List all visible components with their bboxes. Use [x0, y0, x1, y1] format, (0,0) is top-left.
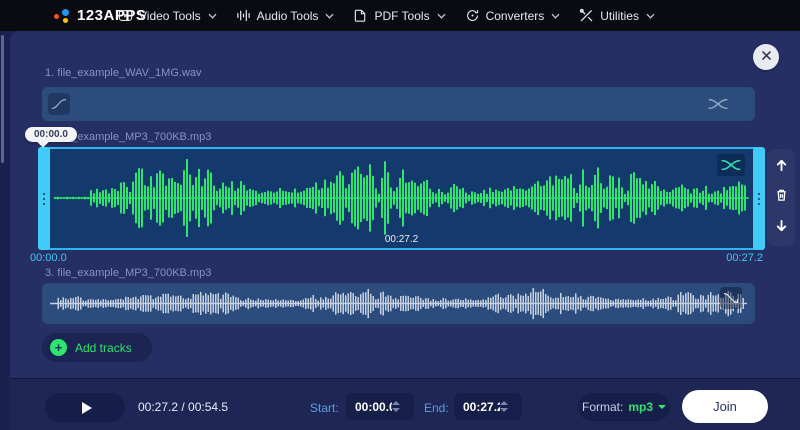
end-time-input[interactable]: [454, 400, 500, 414]
chevron-down-icon: [325, 13, 334, 19]
nav-label: Utilities: [600, 9, 639, 23]
logo-dots-icon: [54, 7, 70, 24]
track-1-bar[interactable]: [42, 87, 755, 121]
audio-icon: [236, 8, 251, 23]
nav-label: Video Tools: [139, 9, 201, 23]
move-down-icon: [775, 219, 788, 238]
end-label: End:: [424, 401, 449, 415]
track-controls: [767, 149, 795, 246]
time-display: 00:27.2 / 00:54.5: [138, 400, 228, 414]
playhead-tooltip: 00:00.0: [25, 127, 77, 142]
right-trim-handle[interactable]: [753, 147, 765, 250]
join-label: Join: [713, 399, 737, 414]
converters-icon: [465, 8, 480, 23]
pdf-icon: [353, 8, 368, 23]
utilities-icon: [579, 8, 594, 23]
plus-icon: +: [50, 339, 67, 356]
fade-out-icon[interactable]: [720, 287, 742, 309]
chevron-down-icon: [646, 13, 655, 19]
nav-menu: Video Tools Audio Tools PDF Tools Conver…: [118, 0, 655, 31]
format-select[interactable]: Format: mp3: [578, 393, 670, 421]
track-3-label: 3. file_example_MP3_700KB.mp3: [45, 267, 211, 279]
track-2-start-time: 00:00.0: [30, 252, 67, 264]
chevron-down-icon: [437, 13, 446, 19]
nav-video-tools[interactable]: Video Tools: [118, 8, 217, 23]
move-up-button[interactable]: [770, 156, 792, 178]
chevron-down-icon: [208, 13, 217, 19]
chevron-down-icon: [551, 13, 560, 19]
track-3-waveform: [50, 287, 747, 320]
join-button[interactable]: Join: [682, 390, 768, 423]
top-nav: 123APPS Video Tools Audio Tools PDF Tool…: [0, 0, 800, 31]
start-stepper[interactable]: [392, 401, 400, 412]
delete-track-button[interactable]: [770, 187, 792, 209]
start-input-box: [346, 393, 414, 420]
close-icon: [761, 48, 772, 66]
add-tracks-label: Add tracks: [75, 341, 132, 355]
start-time-input[interactable]: [346, 400, 392, 414]
audio-joiner-app: 123APPS Video Tools Audio Tools PDF Tool…: [0, 0, 800, 430]
track-2-waveform: [54, 159, 749, 237]
format-label: Format:: [582, 400, 623, 414]
nav-converters[interactable]: Converters: [465, 8, 561, 23]
end-stepper[interactable]: [500, 401, 508, 412]
add-tracks-button[interactable]: + Add tracks: [42, 333, 152, 362]
move-down-button[interactable]: [770, 217, 792, 239]
track-2-duration: 00:27.2: [40, 234, 763, 245]
format-value: mp3: [628, 400, 653, 414]
track-2-selected[interactable]: 00:27.2: [38, 147, 765, 250]
track-3-bar[interactable]: [42, 283, 755, 324]
close-button[interactable]: [753, 44, 779, 70]
end-input-box: [454, 393, 522, 420]
nav-label: PDF Tools: [374, 9, 429, 23]
track-1-label: 1. file_example_WAV_1MG.wav: [45, 67, 202, 79]
nav-label: Converters: [486, 9, 545, 23]
start-label: Start:: [310, 401, 339, 415]
format-caret-icon: [658, 405, 666, 409]
scrollbar-thumb[interactable]: [1, 35, 4, 163]
play-button[interactable]: [45, 393, 125, 422]
bottom-bar: 00:27.2 / 00:54.5 Start: End: Format: mp…: [10, 378, 800, 430]
nav-label: Audio Tools: [257, 9, 319, 23]
crossfade-icon[interactable]: [705, 95, 731, 113]
nav-pdf-tools[interactable]: PDF Tools: [353, 8, 445, 23]
play-icon: [82, 402, 92, 414]
crossfade-active-icon[interactable]: [717, 154, 745, 176]
video-icon: [118, 8, 133, 23]
track-2-end-time: 00:27.2: [726, 252, 763, 264]
left-trim-handle[interactable]: [38, 147, 50, 250]
nav-audio-tools[interactable]: Audio Tools: [236, 8, 335, 23]
delete-icon: [775, 188, 788, 207]
move-up-icon: [775, 158, 788, 177]
fade-in-icon[interactable]: [48, 93, 70, 115]
nav-utilities[interactable]: Utilities: [579, 8, 655, 23]
